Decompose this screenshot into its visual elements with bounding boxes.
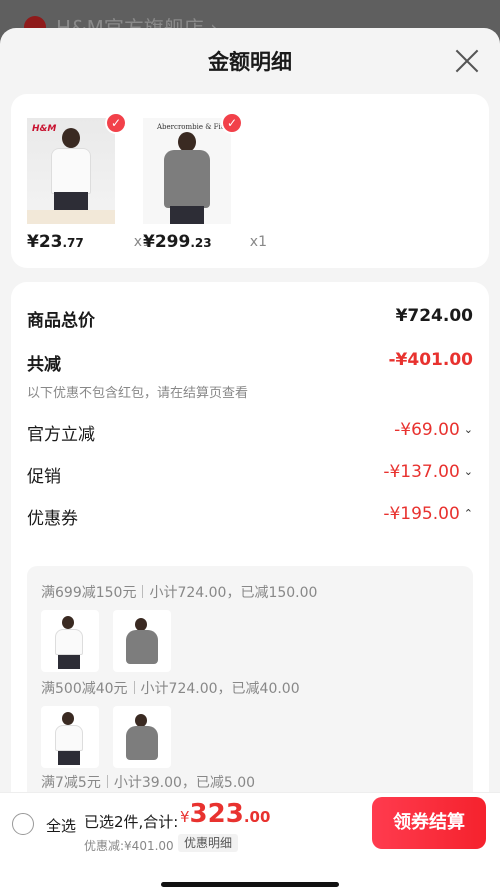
promotion-label: 促销 (27, 467, 61, 487)
coupon-rule-line: 满500减40元 小计724.00，已减40.00 (41, 681, 300, 697)
products-card: H&M ✓ ¥23.77 x1 Abercrombie & Fitch ✓ ¥2… (11, 94, 489, 268)
coupon-label: 优惠券 (27, 509, 78, 529)
red-packet-note: 以下优惠不包含红包，请在结算页查看 (27, 386, 249, 401)
hm-logo: H&M (32, 124, 57, 134)
discount-detail-button[interactable]: 优惠明细 (178, 834, 239, 852)
select-all-checkbox[interactable] (12, 813, 34, 835)
coupon-row[interactable]: 优惠券 -¥195.00 ⌃ (27, 504, 473, 532)
sheet-title: 金额明细 (208, 50, 292, 74)
official-discount-row[interactable]: 官方立减 -¥69.00 ⌄ (27, 420, 473, 448)
product-price: ¥299.23 (143, 232, 212, 252)
product-thumb (41, 706, 99, 768)
product-price: ¥23.77 (27, 232, 84, 252)
product-item[interactable]: H&M ✓ ¥23.77 x1 (27, 112, 151, 252)
product-thumb (41, 610, 99, 672)
selected-check-icon[interactable]: ✓ (105, 112, 127, 134)
total-reduce-label: 共减 (27, 355, 61, 375)
coupon-value: -¥195.00 (383, 504, 460, 524)
sheet-header: 金额明细 (0, 28, 500, 92)
official-discount-label: 官方立减 (27, 425, 95, 445)
total-price-label: 商品总价 (27, 311, 95, 331)
promotion-value: -¥137.00 (383, 462, 460, 482)
chevron-up-icon: ⌃ (463, 507, 473, 520)
product-image-hm: H&M (27, 118, 115, 224)
coupon-detail-list: 满699减150元 小计724.00，已减150.00 满500减40元 小计724… (27, 566, 473, 822)
selected-count: 已选2件,合计: (84, 813, 179, 831)
product-image-af: Abercrombie & Fitch (143, 118, 231, 224)
product-qty: x1 (249, 234, 267, 250)
select-all-label[interactable]: 全选 (46, 815, 76, 836)
coupon-rule-line: 满699减150元 小计724.00，已减150.00 (41, 585, 318, 601)
af-logo: Abercrombie & Fitch (157, 123, 231, 131)
checkout-button[interactable]: 领券结算 (372, 797, 486, 849)
chevron-down-icon: ⌄ (463, 465, 473, 478)
product-item[interactable]: Abercrombie & Fitch ✓ ¥299.23 x1 (143, 112, 267, 252)
price-summary-card: 商品总价 ¥724.00 共减 -¥401.00 以下优惠不包含红包，请在结算页… (11, 282, 489, 822)
promotion-row[interactable]: 促销 -¥137.00 ⌄ (27, 462, 473, 490)
chevron-down-icon: ⌄ (463, 423, 473, 436)
checkout-bar: 全选 已选2件,合计: ¥323.00 优惠减:¥401.00 优惠明细 领券结… (0, 792, 500, 896)
coupon-rule-line: 满7减5元 小计39.00，已减5.00 (41, 775, 256, 791)
close-icon[interactable] (454, 48, 480, 74)
total-amount: ¥323.00 (180, 799, 271, 829)
total-reduce-row: 共减 -¥401.00 (27, 350, 473, 378)
official-discount-value: -¥69.00 (394, 420, 460, 440)
product-thumb (113, 706, 171, 768)
discount-summary: 优惠减:¥401.00 (84, 839, 174, 853)
selected-check-icon[interactable]: ✓ (221, 112, 243, 134)
home-indicator (161, 882, 339, 887)
total-price-value: ¥724.00 (395, 306, 473, 326)
total-price-row: 商品总价 ¥724.00 (27, 306, 473, 334)
product-thumb (113, 610, 171, 672)
total-reduce-value: -¥401.00 (388, 350, 474, 370)
amount-detail-sheet: 金额明细 H&M ✓ ¥23.77 x1 Abercrombie & Fitch (0, 28, 500, 896)
